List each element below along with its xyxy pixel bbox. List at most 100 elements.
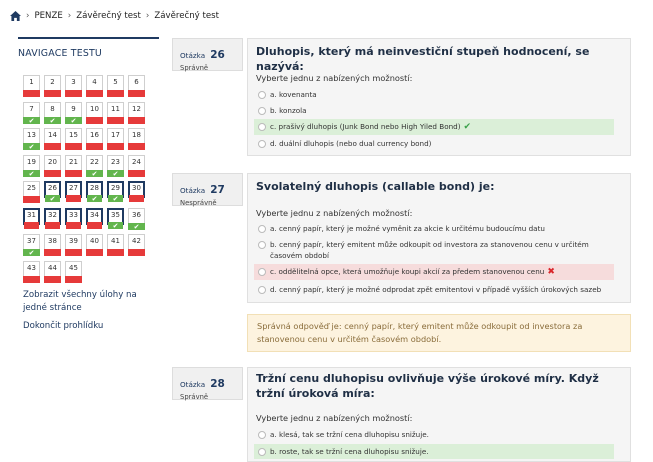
question-info-27: Otázka 27 Nesprávně (172, 173, 243, 207)
radio-button[interactable] (258, 431, 266, 439)
answer-option-d[interactable]: d. cenný papír, který je možné odprodat … (254, 282, 614, 297)
question-nav-button[interactable]: 9 ✔ (65, 101, 82, 125)
radio-button[interactable] (258, 140, 266, 148)
radio-button[interactable] (258, 91, 266, 99)
question-nav-button[interactable]: 10 (86, 101, 103, 124)
answer-option-c[interactable]: c. prašivý dluhopis (Junk Bond nebo High… (254, 119, 614, 135)
question-nav-button[interactable]: 35 ✔ (107, 207, 124, 230)
question-nav-button[interactable]: 43 (23, 260, 40, 283)
question-nav-button[interactable]: 15 (65, 128, 82, 150)
radio-button[interactable] (258, 107, 266, 115)
question-nav-number: 18 (132, 131, 141, 139)
question-nav-number: 20 (48, 157, 57, 166)
question-nav-button[interactable]: 40 (86, 234, 103, 256)
question-nav-button[interactable]: 31 (23, 207, 40, 229)
question-nav-number: 45 (69, 263, 78, 272)
incorrect-indicator (128, 249, 145, 256)
answer-option-b[interactable]: b. roste, tak se tržní cena dluhopisu sn… (254, 444, 614, 459)
radio-button[interactable] (258, 241, 266, 249)
question-nav-button[interactable]: 28 ✔ (86, 181, 103, 203)
question-nav-button[interactable]: 4 (86, 75, 103, 97)
answer-option-a[interactable]: a. kovenanta (254, 87, 614, 102)
radio-button[interactable] (258, 286, 266, 294)
question-nav-button[interactable]: 7 ✔ (23, 101, 40, 125)
answer-option-a[interactable]: a. klesá, tak se tržní cena dluhopisu sn… (254, 427, 614, 442)
question-status: Nesprávně (180, 199, 217, 207)
question-nav-number: 31 (27, 210, 36, 219)
question-nav-button[interactable]: 42 (128, 234, 145, 256)
question-nav-number: 19 (27, 157, 36, 166)
question-nav-button[interactable]: 2 (44, 75, 61, 97)
answer-option-c[interactable]: c. oddělitelná opce, která umožňuje koup… (254, 264, 614, 280)
question-nav-button[interactable]: 21 (65, 154, 82, 177)
answer-option-d[interactable]: d. duální dluhopis (nebo dual currency b… (254, 136, 614, 151)
radio-button[interactable] (258, 225, 266, 233)
question-nav-number: 24 (132, 157, 141, 166)
answer-option-b[interactable]: b. cenný papír, který emitent může odkou… (254, 237, 614, 263)
question-nav-number: 40 (90, 237, 99, 245)
breadcrumb: › PENZE › Závěrečný test › Závěrečný tes… (10, 11, 219, 21)
question-nav-button[interactable]: 23 ✔ (107, 154, 124, 178)
question-nav-number: 8 (50, 104, 55, 113)
incorrect-indicator (65, 143, 82, 150)
check-icon: ✔ (28, 143, 35, 151)
question-nav-number: 34 (90, 210, 99, 219)
finish-review-link[interactable]: Dokončit prohlídku (23, 320, 163, 333)
question-nav-button[interactable]: 45 (65, 260, 82, 283)
question-nav-button[interactable]: 5 (107, 75, 124, 97)
answer-label: a. kovenanta (270, 90, 317, 99)
question-nav-button[interactable]: 3 (65, 75, 82, 97)
home-icon[interactable] (10, 11, 21, 21)
check-icon: ✔ (112, 195, 119, 203)
answer-option-a[interactable]: a. cenný papír, který je možné vyměnit z… (254, 221, 614, 236)
question-nav-button[interactable]: 27 (65, 181, 82, 202)
incorrect-indicator (45, 221, 60, 229)
question-nav-button[interactable]: 32 (44, 207, 61, 229)
question-nav-button[interactable]: 19 ✔ (23, 154, 40, 178)
question-nav-button[interactable]: 30 (128, 181, 145, 202)
radio-button[interactable] (258, 268, 266, 276)
question-nav-button[interactable]: 39 (65, 234, 82, 256)
question-nav-button[interactable]: 20 (44, 154, 61, 177)
breadcrumb-item-quiz[interactable]: Závěrečný test (154, 11, 219, 21)
question-nav-button[interactable]: 41 (107, 234, 124, 256)
radio-button[interactable] (258, 123, 266, 131)
quiz-navigation-title: NAVIGACE TESTU (18, 48, 102, 59)
question-nav-button[interactable]: 34 (86, 207, 103, 229)
question-nav-button[interactable]: 11 (107, 101, 124, 124)
question-nav-button[interactable]: 22 ✔ (86, 154, 103, 178)
answer-label: a. cenný papír, který je možné vyměnit z… (270, 224, 545, 233)
incorrect-indicator (86, 143, 103, 150)
answer-option-b[interactable]: b. konzola (254, 103, 614, 118)
question-nav-button[interactable]: 18 (128, 128, 145, 150)
radio-button[interactable] (258, 448, 266, 456)
question-nav-button[interactable]: 44 (44, 260, 61, 283)
question-nav-button[interactable]: 25 (23, 181, 40, 203)
answer-label: b. roste, tak se tržní cena dluhopisu sn… (270, 447, 429, 456)
question-nav-button[interactable]: 13 ✔ (23, 128, 40, 151)
question-number: 28 (210, 378, 225, 390)
question-nav-button[interactable]: 6 (128, 75, 145, 97)
question-nav-button[interactable]: 29 ✔ (107, 181, 124, 203)
incorrect-indicator (44, 169, 61, 177)
incorrect-indicator (44, 275, 61, 283)
breadcrumb-item-course[interactable]: PENZE (34, 11, 62, 21)
incorrect-indicator (129, 195, 144, 202)
question-nav-button[interactable]: 12 (128, 101, 145, 124)
question-nav-button[interactable]: 24 (128, 154, 145, 177)
show-all-questions-link[interactable]: Zobrazit všechny úlohy na jedné stránce (23, 289, 163, 314)
question-nav-number: 37 (27, 237, 36, 245)
question-nav-button[interactable]: 33 (65, 207, 82, 229)
question-nav-button[interactable]: 36 ✔ (128, 207, 145, 231)
question-nav-button[interactable]: 1 (23, 75, 40, 97)
question-nav-button[interactable]: 26 ✔ (44, 181, 61, 203)
question-nav-button[interactable]: 37 ✔ (23, 234, 40, 257)
breadcrumb-item-section[interactable]: Závěrečný test (76, 11, 141, 21)
question-nav-button[interactable]: 38 (44, 234, 61, 256)
incorrect-indicator (107, 249, 124, 256)
answer-label: c. prašivý dluhopis (Junk Bond nebo High… (270, 122, 461, 131)
question-nav-button[interactable]: 16 (86, 128, 103, 150)
question-nav-button[interactable]: 17 (107, 128, 124, 150)
question-nav-button[interactable]: 14 (44, 128, 61, 150)
question-nav-button[interactable]: 8 ✔ (44, 101, 61, 125)
